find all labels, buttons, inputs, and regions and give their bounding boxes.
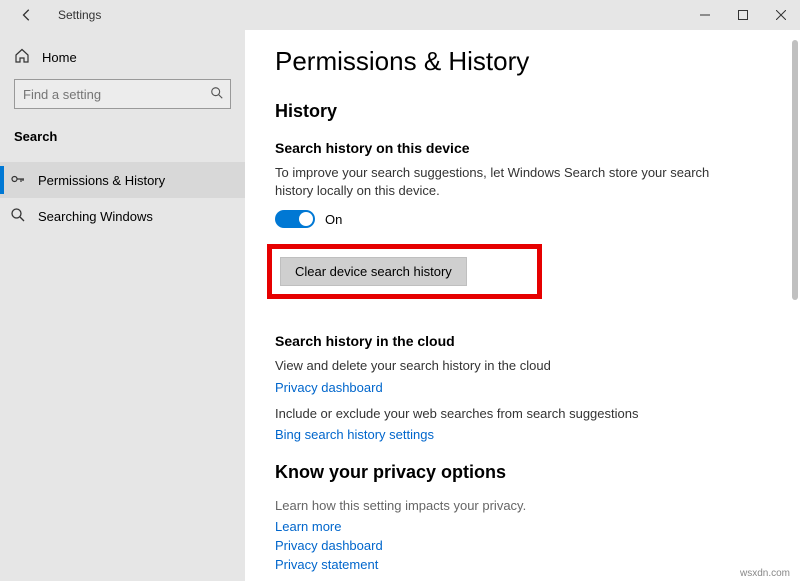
privacy-statement-link[interactable]: Privacy statement xyxy=(275,557,770,572)
sidebar-group-label: Search xyxy=(8,123,237,162)
sidebar-item-label: Searching Windows xyxy=(38,209,153,224)
privacy-options-desc: Learn how this setting impacts your priv… xyxy=(275,497,735,515)
home-label: Home xyxy=(42,50,77,65)
privacy-dashboard-link-2[interactable]: Privacy dashboard xyxy=(275,538,770,553)
sidebar: Home Search Permissions & History Search… xyxy=(0,30,245,581)
sidebar-item-label: Permissions & History xyxy=(38,173,165,188)
main-scroll[interactable]: Permissions & History History Search his… xyxy=(245,30,800,581)
watermark: wsxdn.com xyxy=(740,568,790,579)
page-title: Permissions & History xyxy=(275,46,770,77)
find-setting-search[interactable] xyxy=(14,79,231,109)
back-button[interactable] xyxy=(8,0,46,30)
device-history-desc: To improve your search suggestions, let … xyxy=(275,164,735,200)
main-content: Permissions & History History Search his… xyxy=(245,30,800,581)
privacy-dashboard-link[interactable]: Privacy dashboard xyxy=(275,380,770,395)
key-icon xyxy=(10,171,26,190)
toggle-label: On xyxy=(325,212,342,227)
maximize-button[interactable] xyxy=(724,0,762,30)
search-icon xyxy=(210,86,224,103)
bing-settings-link[interactable]: Bing search history settings xyxy=(275,427,770,442)
sidebar-item-searching-windows[interactable]: Searching Windows xyxy=(0,198,245,234)
scrollbar[interactable] xyxy=(792,40,798,300)
cloud-history-desc: View and delete your search history in t… xyxy=(275,357,735,375)
minimize-button[interactable] xyxy=(686,0,724,30)
window-title: Settings xyxy=(58,8,101,22)
home-nav[interactable]: Home xyxy=(8,40,237,79)
search-icon xyxy=(10,207,26,226)
device-history-heading: Search history on this device xyxy=(275,140,770,156)
cloud-history-heading: Search history in the cloud xyxy=(275,333,770,349)
learn-more-link[interactable]: Learn more xyxy=(275,519,770,534)
include-exclude-desc: Include or exclude your web searches fro… xyxy=(275,405,735,423)
search-input[interactable] xyxy=(23,87,210,102)
history-toggle[interactable] xyxy=(275,210,315,228)
home-icon xyxy=(14,48,30,67)
close-button[interactable] xyxy=(762,0,800,30)
clear-history-button[interactable]: Clear device search history xyxy=(280,257,467,286)
privacy-options-heading: Know your privacy options xyxy=(275,462,770,483)
highlight-box: Clear device search history xyxy=(267,244,542,299)
history-heading: History xyxy=(275,101,770,122)
title-bar: Settings xyxy=(0,0,800,30)
sidebar-item-permissions-history[interactable]: Permissions & History xyxy=(0,162,245,198)
